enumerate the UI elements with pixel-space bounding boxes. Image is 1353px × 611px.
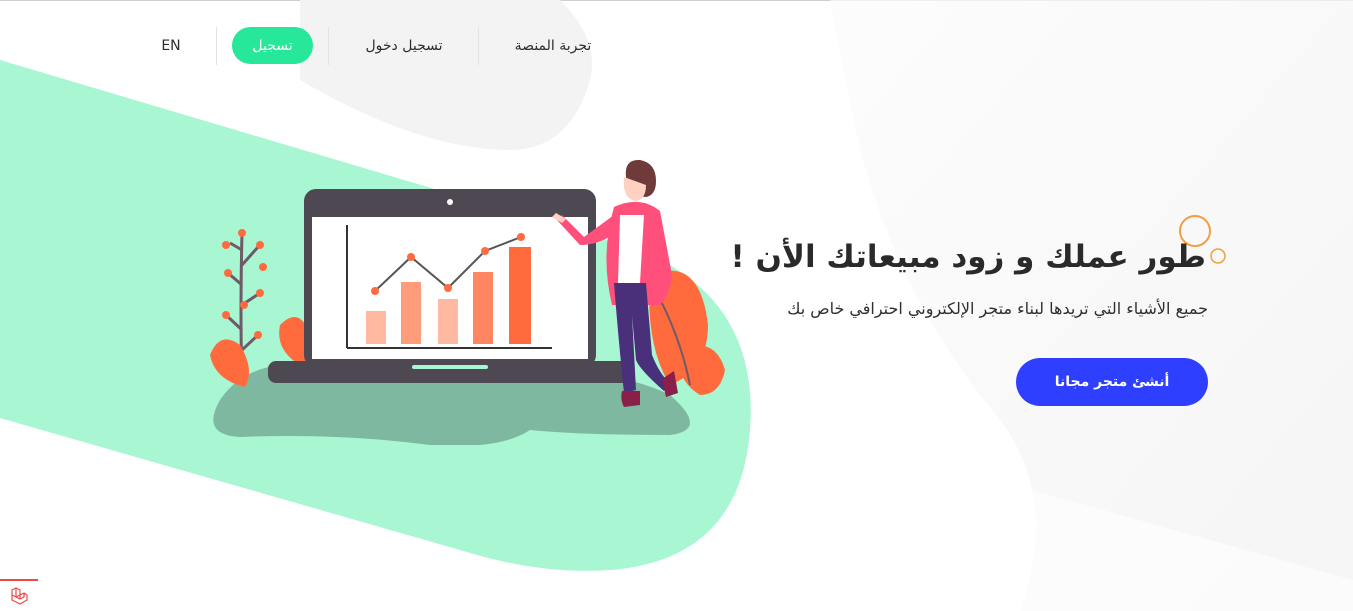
nav-divider — [328, 27, 329, 65]
hero-subtitle: جميع الأشياء التي تريدها لبناء متجر الإل… — [787, 299, 1208, 318]
hero-title: طور عملك و زود مبيعاتك الأن ! — [730, 239, 1206, 275]
laravel-logo-icon[interactable] — [0, 579, 38, 611]
plant-left-berries — [222, 229, 267, 339]
platform-demo-link[interactable]: تجربة المنصة — [500, 27, 606, 64]
laptop-base — [268, 361, 630, 383]
landing-page: EN تسجيل تسجيل دخول تجربة المنصة طور عمل… — [0, 0, 1353, 611]
nav-divider — [216, 27, 217, 65]
create-store-button[interactable]: أنشئ متجر مجانا — [1016, 358, 1208, 406]
language-switch[interactable]: EN — [150, 27, 192, 64]
laravel-logo-shape — [11, 587, 28, 605]
grey-blob-top — [300, 0, 592, 150]
register-button[interactable]: تسجيل — [232, 27, 313, 64]
nav-divider — [478, 27, 479, 65]
login-link[interactable]: تسجيل دخول — [350, 27, 458, 64]
